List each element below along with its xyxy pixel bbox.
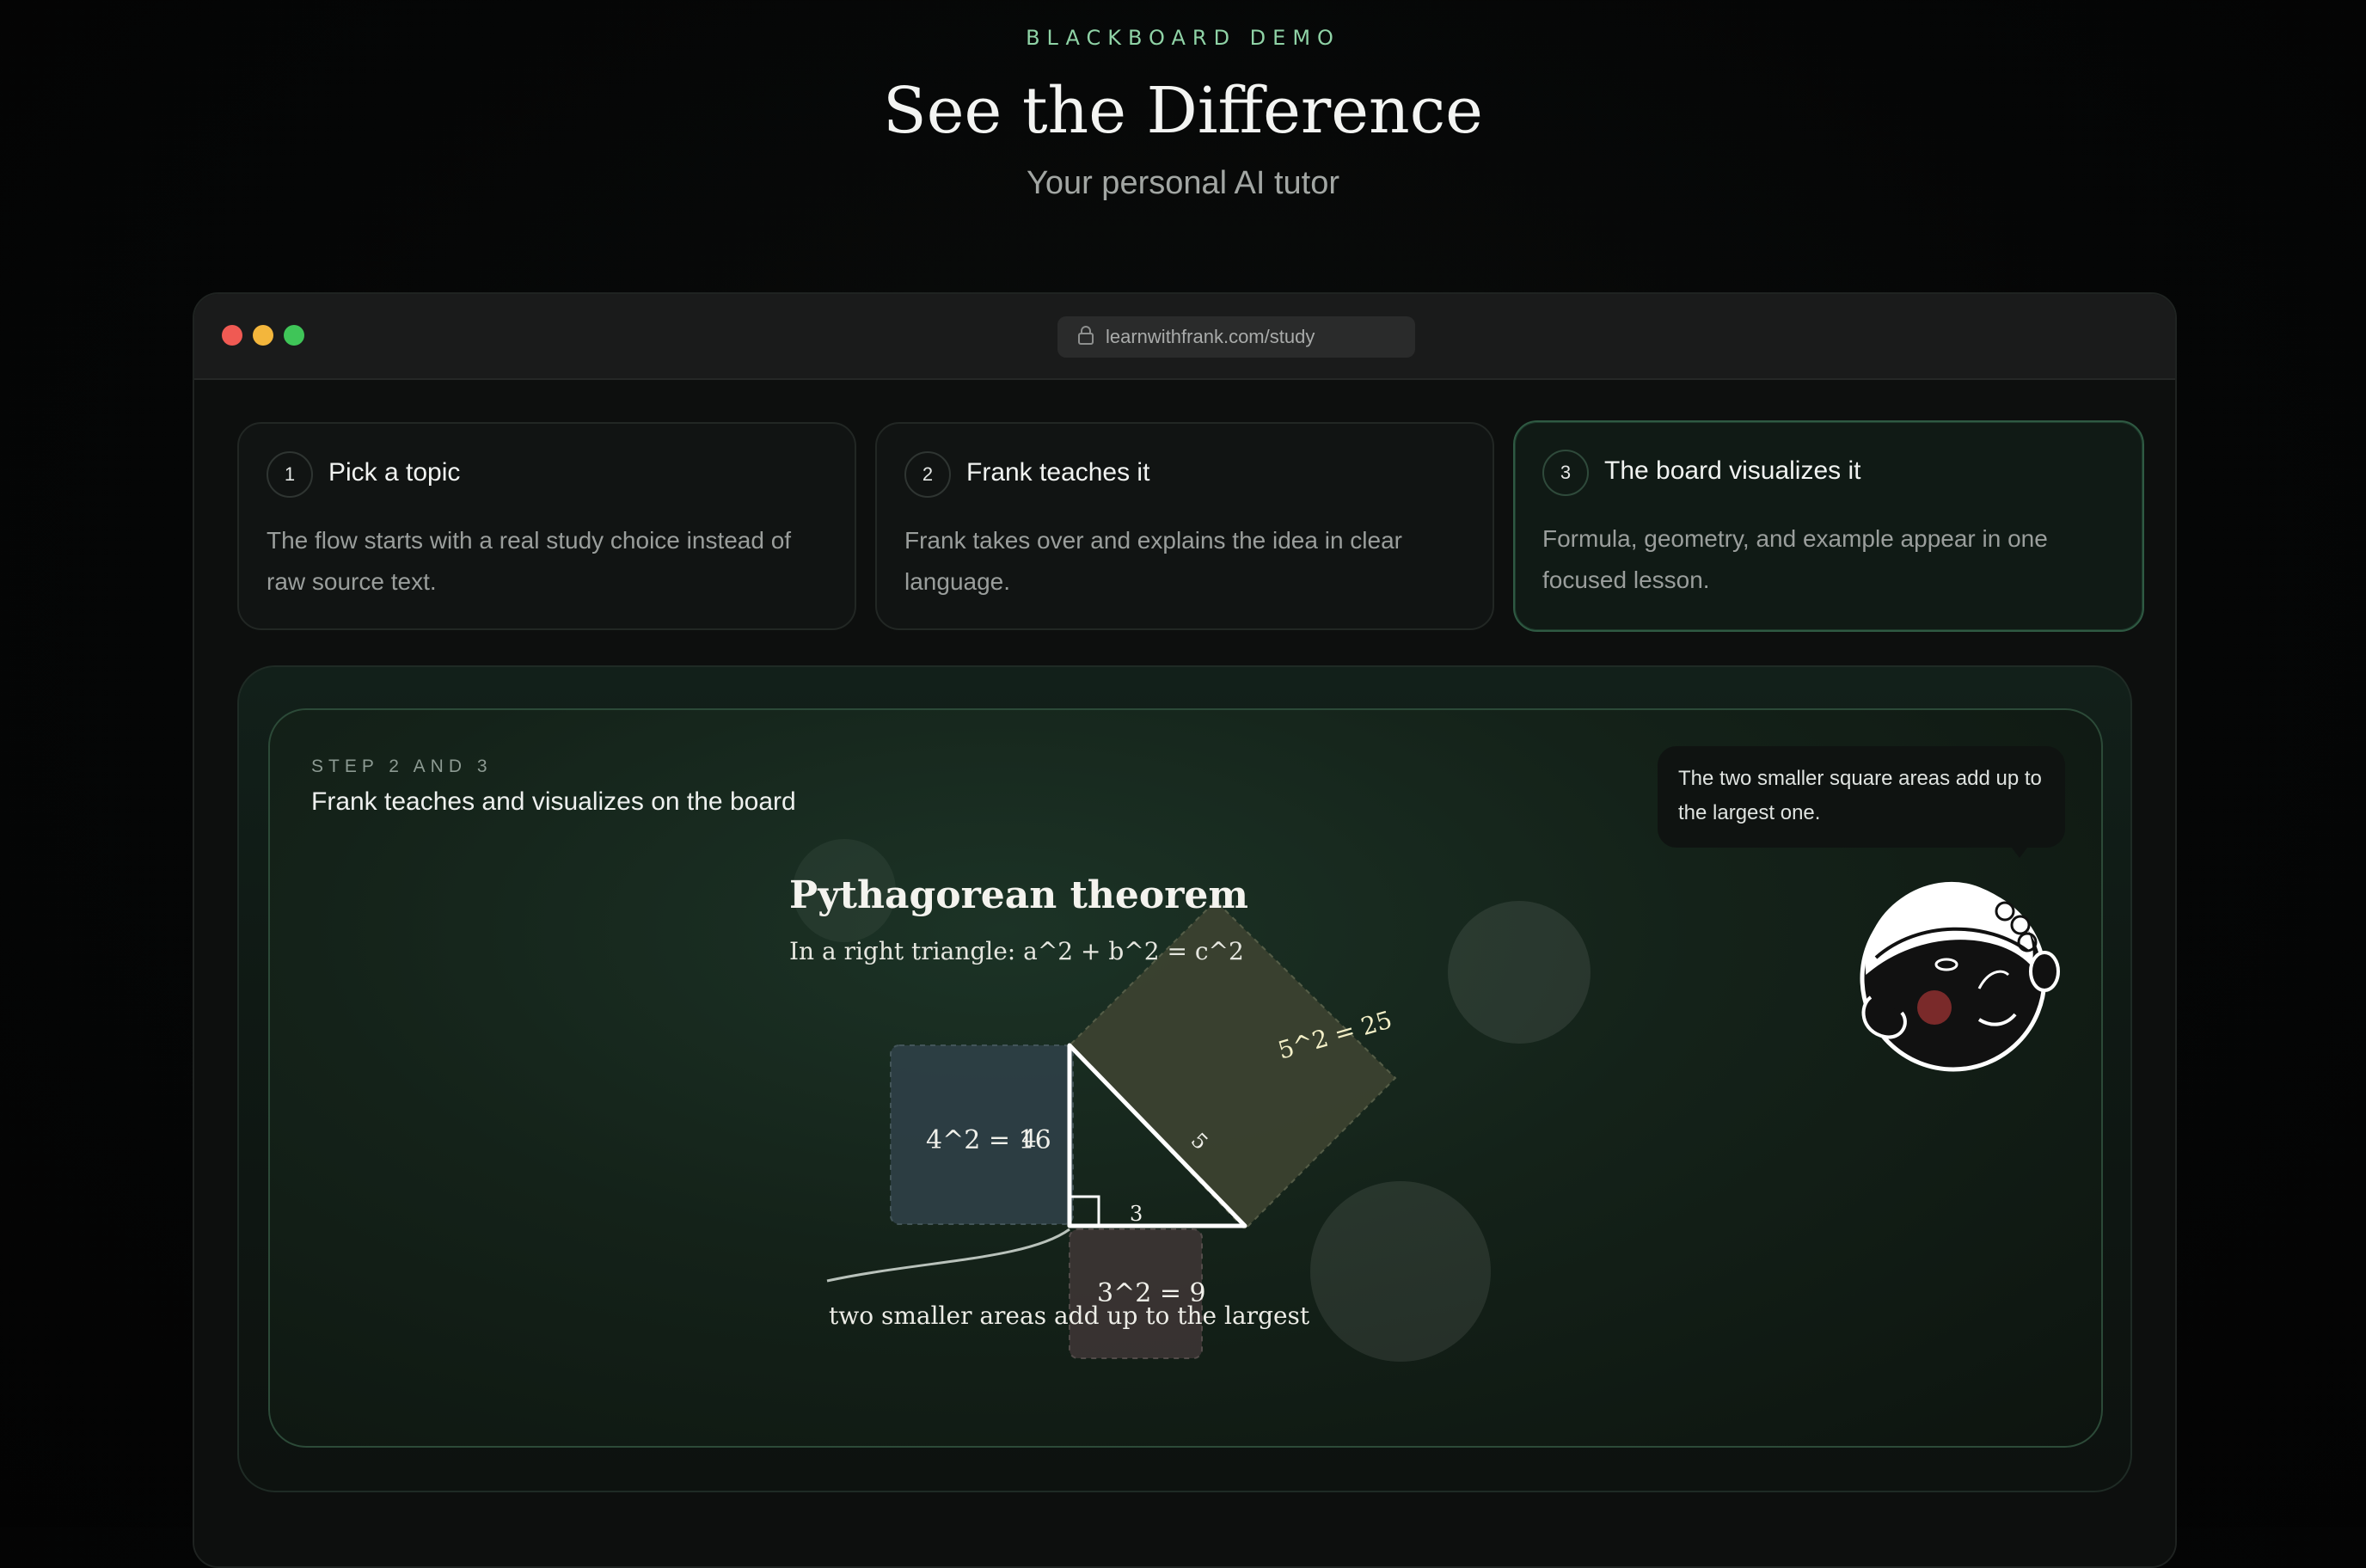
step-title: The board visualizes it: [1604, 456, 1861, 485]
board-panel: STEP 2 AND 3 Frank teaches and visualize…: [237, 665, 2132, 1492]
right-angle-marker: [1068, 1195, 1100, 1228]
browser-window: learnwithfrank.com/study 1 Pick a topic …: [193, 292, 2177, 1568]
page-title: See the Difference: [883, 74, 1483, 148]
speech-bubble-tail: [2007, 841, 2032, 858]
step-card-3[interactable]: 3 The board visualizes it Formula, geome…: [1513, 420, 2144, 632]
maximize-window-button[interactable]: [284, 325, 304, 346]
step-number-badge: 2: [904, 451, 951, 498]
close-window-button[interactable]: [222, 325, 242, 346]
speech-bubble-text: The two smaller square areas add up to t…: [1678, 767, 2042, 824]
frank-avatar-icon: [1860, 881, 2060, 1072]
browser-toolbar: learnwithfrank.com/study: [194, 294, 2175, 380]
page-content: 1 Pick a topic The flow starts with a re…: [194, 380, 2175, 1566]
step-number-badge: 1: [267, 451, 313, 498]
lesson-formula: In a right triangle: a^2 + b^2 = c^2: [789, 937, 1244, 965]
step-card-1[interactable]: 1 Pick a topic The flow starts with a re…: [237, 422, 856, 630]
annotation-arrow: [826, 1228, 1070, 1283]
url-text: learnwithfrank.com/study: [1106, 326, 1315, 347]
speech-bubble: The two smaller square areas add up to t…: [1658, 746, 2065, 848]
step-description: Formula, geometry, and example appear in…: [1542, 525, 2048, 593]
address-bar[interactable]: learnwithfrank.com/study: [1057, 316, 1415, 358]
blackboard: STEP 2 AND 3 Frank teaches and visualize…: [268, 708, 2103, 1448]
step-title: Frank teaches it: [966, 458, 1150, 487]
lock-icon: [1078, 326, 1094, 345]
lesson-caption: two smaller areas add up to the largest: [829, 1302, 1310, 1330]
page-subtitle: Your personal AI tutor: [1026, 165, 1340, 201]
minimize-window-button[interactable]: [253, 325, 273, 346]
step-number-badge: 3: [1542, 450, 1589, 496]
vertical-side-label: 4: [1021, 1124, 1037, 1153]
step-title: Pick a topic: [328, 458, 461, 487]
step-description: The flow starts with a real study choice…: [267, 527, 792, 595]
step-card-2[interactable]: 2 Frank teaches it Frank takes over and …: [875, 422, 1494, 630]
step-description: Frank takes over and explains the idea i…: [904, 527, 1402, 595]
lesson-title: Pythagorean theorem: [789, 873, 1248, 917]
horizontal-side-label: 3: [1130, 1202, 1143, 1226]
eyebrow-label: BLACKBOARD DEMO: [1026, 26, 1340, 50]
